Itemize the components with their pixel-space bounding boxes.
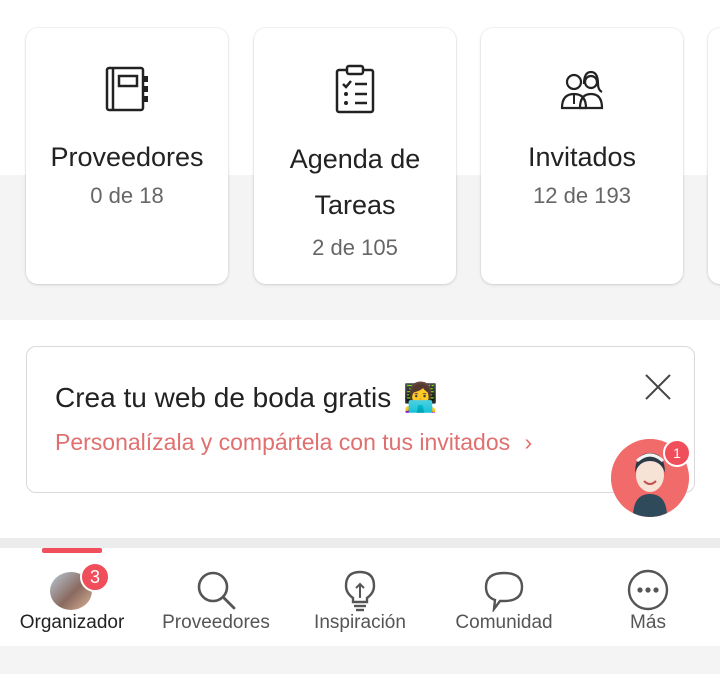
bottom-navigation: 3 Organizador Proveedores Inspiración Co…	[0, 548, 720, 646]
card-title: Proveedores	[50, 142, 204, 172]
wedding-website-promo[interactable]: Crea tu web de boda gratis 👩‍💻 Personalí…	[26, 346, 695, 493]
promo-subtitle: Personalízala y compártela con tus invit…	[55, 429, 511, 455]
more-dots-icon	[627, 569, 669, 611]
card-proveedores[interactable]: Proveedores 0 de 18	[26, 28, 228, 284]
card-count: 0 de 18	[90, 183, 164, 208]
close-icon[interactable]	[644, 373, 672, 401]
lightbulb-icon	[344, 570, 376, 612]
nav-badge-count: 3	[80, 562, 110, 592]
notification-badge: 1	[663, 439, 691, 467]
card-title: Invitados	[527, 142, 637, 172]
card-partial-next[interactable]	[708, 28, 720, 284]
promo-title-row: Crea tu web de boda gratis 👩‍💻	[55, 381, 438, 414]
chat-bubble-icon	[484, 571, 524, 612]
couple-icon	[560, 70, 604, 110]
promo-title: Crea tu web de boda gratis	[55, 381, 392, 413]
clipboard-checklist-icon	[335, 64, 375, 114]
system-bottom-strip	[0, 646, 720, 674]
nav-mas[interactable]: Más	[576, 548, 720, 646]
card-count: 2 de 105	[312, 235, 398, 260]
nav-comunidad[interactable]: Comunidad	[432, 548, 576, 646]
promo-subtitle-link[interactable]: Personalízala y compártela con tus invit…	[55, 429, 532, 456]
nav-label: Organizador	[19, 612, 125, 633]
divider	[0, 538, 720, 548]
chevron-right-icon: ›	[524, 429, 533, 455]
card-count: 12 de 193	[533, 183, 631, 208]
card-invitados[interactable]: Invitados 12 de 193	[481, 28, 683, 284]
nav-label: Más	[630, 612, 666, 633]
promo-section: Crea tu web de boda gratis 👩‍💻 Personalí…	[0, 320, 720, 538]
card-title-line1: Agenda de	[289, 144, 421, 174]
notebook-icon	[105, 66, 148, 112]
card-title-line2: Tareas	[314, 190, 396, 220]
woman-laptop-emoji-icon: 👩‍💻	[403, 382, 439, 413]
nav-proveedores[interactable]: Proveedores	[144, 548, 288, 646]
nav-label: Comunidad	[455, 612, 553, 633]
nav-inspiracion[interactable]: Inspiración	[288, 548, 432, 646]
search-icon	[197, 571, 236, 610]
nav-label: Inspiración	[314, 612, 406, 633]
nav-organizador[interactable]: 3 Organizador	[0, 548, 144, 646]
card-agenda-tareas[interactable]: Agenda de Tareas 2 de 105	[254, 28, 456, 284]
nav-label: Proveedores	[162, 612, 270, 633]
